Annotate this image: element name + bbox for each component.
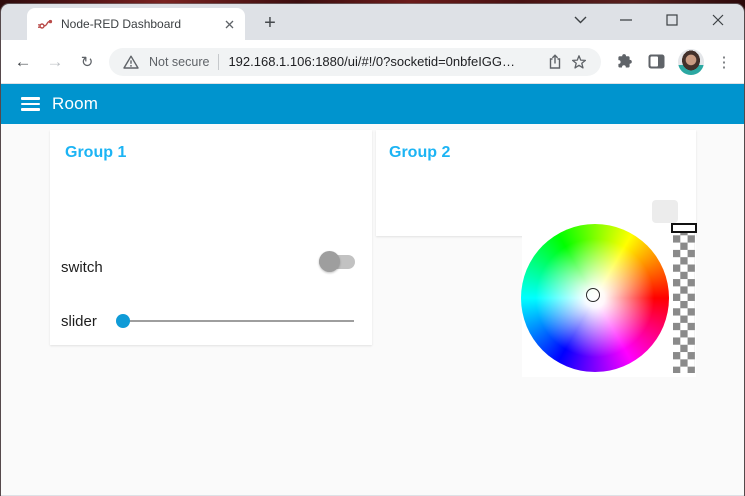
colour-picker-swatch-button[interactable] [652,200,678,223]
group-1-card: Group 1 switch slider [50,130,372,345]
tab-strip: Node-RED Dashboard + [1,4,744,40]
tab-close-icon[interactable] [221,16,237,32]
dashboard-header: Room [1,84,744,124]
slider-label: slider [61,313,97,330]
node-red-favicon-icon [37,16,53,32]
back-button[interactable]: ← [9,48,37,76]
new-tab-button[interactable]: + [257,10,283,36]
browser-tab[interactable]: Node-RED Dashboard [27,8,245,40]
profile-avatar[interactable] [678,48,704,75]
window-controls [557,4,741,38]
group-2-card: Group 2 [376,130,696,236]
browser-window: Node-RED Dashboard + ← → ↻ Not secure 19… [1,4,744,496]
maximize-button[interactable] [649,4,695,36]
browser-toolbar: ← → ↻ Not secure 192.168.1.106:1880/ui/#… [1,40,744,84]
slider-thumb[interactable] [116,314,130,328]
side-panel-icon[interactable] [648,54,665,69]
minimize-button[interactable] [603,4,649,36]
dashboard-page: Group 1 switch slider Group 2 [1,124,744,495]
page-title: Room [52,94,99,113]
colour-picker-alpha-track[interactable] [673,228,695,373]
switch-label: switch [61,259,103,276]
bookmark-star-icon[interactable] [567,50,591,74]
extensions-puzzle-icon[interactable] [616,53,633,70]
url-text[interactable]: 192.168.1.106:1880/ui/#!/0?socketid=0nbf… [228,54,543,69]
not-secure-warning-icon[interactable] [119,50,143,74]
share-icon[interactable] [543,50,567,74]
group-1-title: Group 1 [65,144,127,161]
switch-toggle-thumb[interactable] [319,251,340,272]
address-bar[interactable]: Not secure 192.168.1.106:1880/ui/#!/0?so… [109,47,601,76]
hamburger-menu-icon[interactable] [21,97,40,111]
tab-search-chevron-icon[interactable] [557,4,603,36]
group-2-title: Group 2 [389,144,451,161]
slider-track[interactable] [123,320,354,322]
security-label[interactable]: Not secure [149,55,209,69]
close-window-button[interactable] [695,4,741,36]
omnibox-divider [218,53,220,70]
browser-menu-dots-icon[interactable]: ⋮ [716,53,732,71]
colour-picker-alpha-handle[interactable] [671,223,697,233]
colour-picker-selector[interactable] [586,288,600,302]
reload-button[interactable]: ↻ [73,48,101,76]
tab-title: Node-RED Dashboard [61,17,182,31]
forward-button: → [46,51,64,71]
